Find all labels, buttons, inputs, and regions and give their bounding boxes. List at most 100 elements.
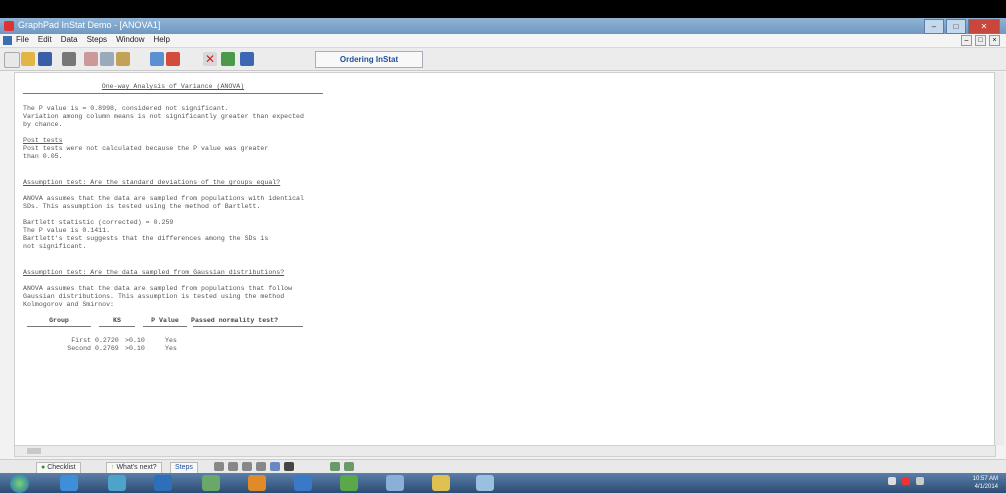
step-2-icon[interactable] (228, 462, 238, 471)
copy-icon[interactable] (100, 52, 114, 66)
results-title: One-way Analysis of Variance (ANOVA) (101, 83, 245, 90)
tray-alert-icon[interactable] (902, 477, 910, 485)
maximize-button[interactable]: □ (946, 19, 966, 34)
row-ks: 0.2769 (95, 345, 119, 352)
internet-explorer-icon[interactable] (60, 475, 78, 491)
bartlett-conclusion-1: Bartlett's test suggests that the differ… (23, 235, 269, 242)
bartlett-conclusion-2: not significant. (23, 243, 87, 250)
sd-assumption-heading: Assumption test: Are the standard deviat… (23, 179, 281, 186)
document-window-controls: – □ × (961, 35, 1000, 46)
step-1-icon[interactable] (214, 462, 224, 471)
title-rule (23, 93, 323, 94)
header-passed: Passed normality test? (191, 317, 279, 324)
whats-next-label: What's next? (116, 464, 157, 471)
menu-file[interactable]: File (16, 35, 29, 44)
excel-icon[interactable] (202, 475, 220, 491)
ordering-instat-button[interactable]: Ordering InStat (315, 51, 423, 68)
step-6-icon[interactable] (284, 462, 294, 471)
save-icon[interactable] (38, 52, 52, 66)
gaussian-line-1: ANOVA assumes that the data are sampled … (23, 285, 293, 292)
tray-date: 4/1/2014 (974, 484, 998, 490)
app-window-icon[interactable] (386, 475, 404, 491)
results-document: One-way Analysis of Variance (ANOVA) The… (14, 72, 996, 447)
doc-restore-button[interactable]: □ (975, 35, 986, 46)
horizontal-scrollbar[interactable] (14, 445, 996, 457)
header-group: Group (49, 317, 69, 324)
step-4-icon[interactable] (256, 462, 266, 471)
doc-close-button[interactable]: × (989, 35, 1000, 46)
window-title: GraphPad InStat Demo - [ANOVA1] (18, 20, 161, 30)
start-button-icon[interactable] (10, 474, 29, 493)
analyze-icon[interactable] (166, 52, 180, 66)
new-file-icon[interactable] (4, 52, 20, 68)
row-passed: Yes (165, 345, 177, 352)
folder-icon[interactable] (432, 475, 450, 491)
paste-icon[interactable] (116, 52, 130, 66)
checklist-label: Checklist (47, 464, 76, 471)
scrollbar-thumb[interactable] (27, 448, 41, 454)
network-app-icon[interactable] (476, 475, 494, 491)
doc-minimize-button[interactable]: – (961, 35, 972, 46)
row-p-value: >0.10 (125, 345, 145, 352)
vertical-scrollbar[interactable] (994, 72, 1004, 445)
step-5-icon[interactable] (270, 462, 280, 471)
menu-data[interactable]: Data (61, 35, 78, 44)
cut-icon[interactable] (84, 52, 98, 66)
post-tests-line-1: Post tests were not calculated because t… (23, 145, 269, 152)
results-text: One-way Analysis of Variance (ANOVA) The… (23, 83, 493, 353)
checklist-icon: ● (41, 464, 46, 471)
menu-help[interactable]: Help (154, 35, 170, 44)
open-folder-icon[interactable] (21, 52, 35, 66)
row-ks: 0.2720 (95, 337, 119, 344)
post-tests-heading: Post tests (23, 137, 63, 144)
minimize-button[interactable]: – (924, 19, 944, 34)
app-icon (4, 21, 14, 31)
screen: GraphPad InStat Demo - [ANOVA1] – □ ✕ Fi… (0, 18, 1006, 493)
bartlett-p-value: The P value is 0.1411. (23, 227, 111, 234)
graph-icon[interactable] (221, 52, 235, 66)
p-value-line: The P value is = 0.8998, considered not … (23, 105, 229, 112)
graphpad-icon[interactable] (340, 475, 358, 491)
step-3-icon[interactable] (242, 462, 252, 471)
table-rules (23, 325, 493, 329)
sort-icon[interactable] (150, 52, 164, 66)
table-row: Second 0.2769 >0.10 Yes (23, 345, 493, 353)
document-icon[interactable] (3, 36, 12, 45)
row-group: Second (67, 345, 91, 352)
volume-icon[interactable] (916, 477, 924, 485)
word-icon[interactable] (294, 475, 312, 491)
window-controls: – □ ✕ (924, 19, 1000, 34)
normality-table-header: Group KS P Value Passed normality test? (23, 317, 493, 325)
results-icon[interactable] (240, 52, 254, 66)
chance-line: by chance. (23, 121, 63, 128)
browser-icon[interactable] (154, 475, 172, 491)
gaussian-assumption-heading: Assumption test: Are the data sampled fr… (23, 269, 285, 276)
taskbar: 10:57 AM 4/1/2014 (0, 473, 1006, 493)
menu-window[interactable]: Window (116, 35, 144, 44)
menu-edit[interactable]: Edit (38, 35, 52, 44)
header-ks: KS (113, 317, 121, 324)
print-icon[interactable] (62, 52, 76, 66)
toolbar: ✕ Ordering InStat (0, 48, 1006, 71)
menu-bar: File Edit Data Steps Window Help – □ × (0, 34, 1006, 48)
tray-clock[interactable]: 10:57 AM 4/1/2014 (973, 475, 998, 491)
variation-line: Variation among column means is not sign… (23, 113, 304, 120)
header-p-value: P Value (151, 317, 179, 324)
post-tests-line-2: than 0.05. (23, 153, 63, 160)
close-button[interactable]: ✕ (968, 19, 1000, 34)
firefox-icon[interactable] (248, 475, 266, 491)
arrow-up-icon: ↑ (111, 464, 115, 471)
gaussian-line-2: Gaussian distributions. This assumption … (23, 293, 285, 300)
delete-icon[interactable]: ✕ (203, 52, 217, 66)
row-group: First (71, 337, 91, 344)
menu-steps[interactable]: Steps (87, 35, 107, 44)
next-step-icon[interactable] (344, 462, 354, 471)
sd-assumption-line-2: SDs. This assumption is tested using the… (23, 203, 261, 210)
step-bar: ● Checklist ↑ What's next? Steps (0, 459, 1006, 474)
row-passed: Yes (165, 337, 177, 344)
bartlett-statistic: Bartlett statistic (corrected) = 0.259 (23, 219, 174, 226)
tray-up-icon[interactable] (888, 477, 896, 485)
gaussian-line-3: Kolmogorov and Smirnov: (23, 301, 115, 308)
media-player-icon[interactable] (108, 475, 126, 491)
prev-step-icon[interactable] (330, 462, 340, 471)
